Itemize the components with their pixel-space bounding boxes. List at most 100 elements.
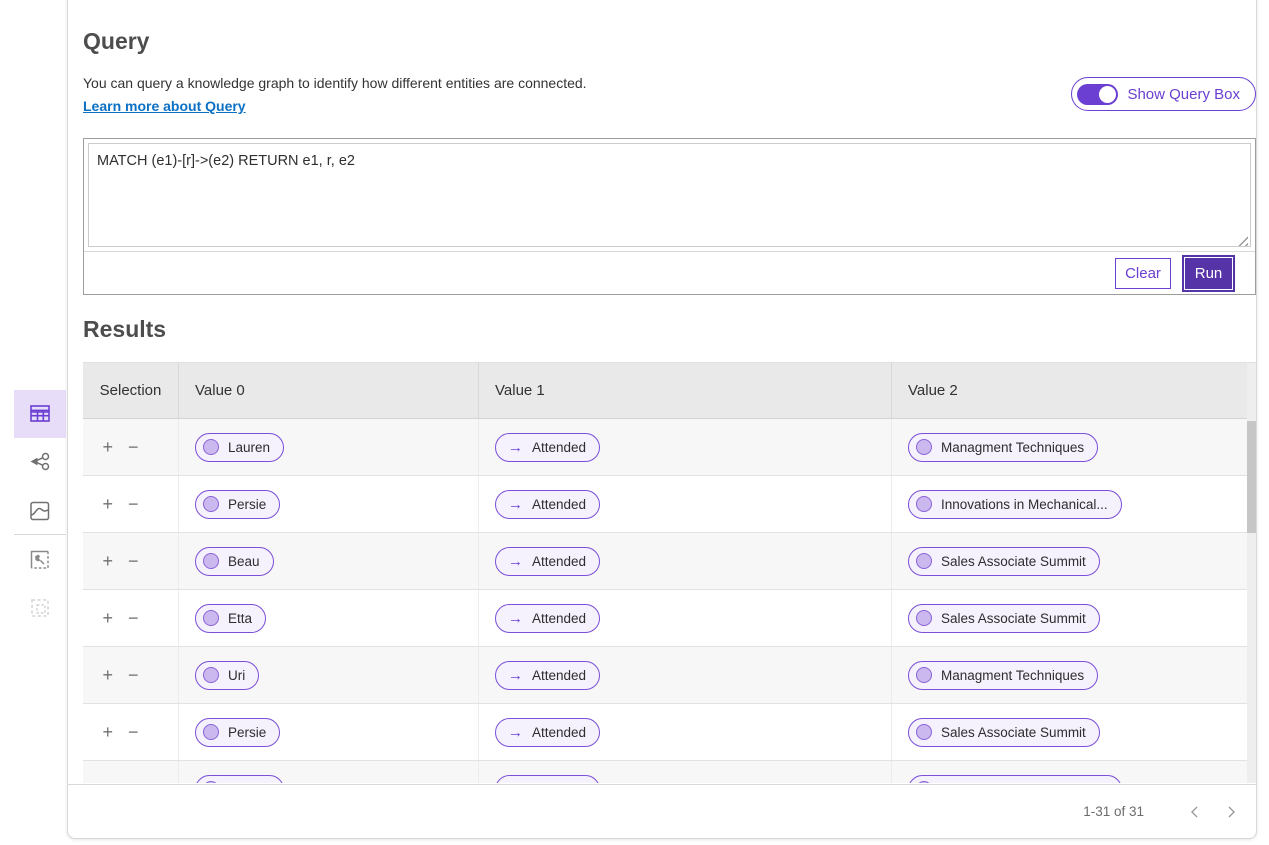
- pagination-bar: 1-31 of 31: [68, 784, 1256, 838]
- chevron-right-icon: [1223, 804, 1239, 820]
- column-header-value2: Value 2: [892, 363, 1256, 418]
- column-header-value0: Value 0: [179, 363, 479, 418]
- arrow-right-icon: →: [508, 440, 523, 455]
- learn-more-link[interactable]: Learn more about Query: [83, 98, 246, 114]
- entity-pill[interactable]: Beau: [195, 547, 274, 576]
- table-row: + − Persie →Attended Sales Associate Sum…: [83, 704, 1256, 761]
- entity-node-icon: [916, 724, 932, 740]
- add-to-selection-button[interactable]: +: [102, 438, 113, 456]
- arrow-right-icon: →: [508, 554, 523, 569]
- query-panel: Query You can query a knowledge graph to…: [67, 0, 1257, 839]
- table-row: + − Persie →Attended Innovations in Mech…: [83, 476, 1256, 533]
- remove-from-selection-button[interactable]: −: [128, 780, 139, 783]
- entity-pill[interactable]: Persie: [195, 490, 280, 519]
- entity-pill[interactable]: Innovations in Mechanical...: [908, 490, 1122, 519]
- add-to-selection-button[interactable]: +: [102, 780, 113, 783]
- sidebar-item-add-to-map[interactable]: [14, 546, 66, 574]
- entity-pill[interactable]: Sales Associate Summit: [908, 547, 1100, 576]
- rail-divider: [14, 534, 66, 535]
- query-editor-toolbar: Clear Run: [84, 251, 1255, 295]
- arrow-right-icon: →: [508, 782, 523, 784]
- relationship-pill[interactable]: →Attended: [495, 547, 600, 576]
- page-description: You can query a knowledge graph to ident…: [83, 75, 587, 91]
- link-chart-icon: [27, 449, 53, 475]
- table-row: + − Lauren →Attended Innovations in Mech…: [83, 761, 1256, 783]
- entity-node-icon: [916, 553, 932, 569]
- relationship-pill[interactable]: →Attended: [495, 490, 600, 519]
- column-header-value1: Value 1: [479, 363, 892, 418]
- entity-pill[interactable]: Sales Associate Summit: [908, 604, 1100, 633]
- add-to-selection-button[interactable]: +: [102, 495, 113, 513]
- entity-node-icon: [916, 667, 932, 683]
- table-scrollbar[interactable]: [1247, 363, 1256, 783]
- add-to-map-icon: [27, 547, 53, 573]
- entity-node-icon: [203, 781, 219, 783]
- table-row: + − Beau →Attended Sales Associate Summi…: [83, 533, 1256, 590]
- relationship-pill[interactable]: →Attended: [495, 775, 600, 784]
- prev-page-button[interactable]: [1182, 799, 1208, 825]
- toggle-switch-icon[interactable]: [1077, 84, 1118, 105]
- remove-from-selection-button[interactable]: −: [128, 552, 139, 570]
- entity-pill[interactable]: Lauren: [195, 433, 284, 462]
- query-input[interactable]: MATCH (e1)-[r]->(e2) RETURN e1, r, e2: [88, 143, 1251, 247]
- entity-node-icon: [203, 496, 219, 512]
- sidebar-item-map-view[interactable]: [14, 497, 66, 525]
- entity-node-icon: [203, 610, 219, 626]
- table-header-row: Selection Value 0 Value 1 Value 2: [83, 363, 1256, 419]
- entity-pill[interactable]: Persie: [195, 718, 280, 747]
- scrollbar-thumb[interactable]: [1247, 421, 1256, 533]
- show-query-box-toggle[interactable]: Show Query Box: [1071, 77, 1256, 111]
- arrow-right-icon: →: [508, 725, 523, 740]
- next-page-button[interactable]: [1218, 799, 1244, 825]
- remove-from-selection-button[interactable]: −: [128, 666, 139, 684]
- entity-node-icon: [203, 439, 219, 455]
- sidebar-item-table-view[interactable]: [14, 390, 66, 438]
- add-to-selection-button[interactable]: +: [102, 666, 113, 684]
- entity-pill[interactable]: Sales Associate Summit: [908, 718, 1100, 747]
- remove-from-selection-button[interactable]: −: [128, 723, 139, 741]
- entity-pill[interactable]: Uri: [195, 661, 259, 690]
- results-title: Results: [83, 316, 166, 343]
- remove-from-selection-button[interactable]: −: [128, 609, 139, 627]
- table-icon: [27, 401, 53, 427]
- toggle-label: Show Query Box: [1127, 86, 1240, 103]
- table-row: + − Lauren →Attended Managment Technique…: [83, 419, 1256, 476]
- entity-pill[interactable]: Innovations in Mechanical...: [908, 775, 1122, 784]
- add-to-selection-button[interactable]: +: [102, 552, 113, 570]
- entity-node-icon: [916, 610, 932, 626]
- arrow-right-icon: →: [508, 668, 523, 683]
- remove-from-selection-button[interactable]: −: [128, 438, 139, 456]
- relationship-pill[interactable]: →Attended: [495, 661, 600, 690]
- relationship-pill[interactable]: →Attended: [495, 433, 600, 462]
- entity-pill[interactable]: Managment Techniques: [908, 433, 1098, 462]
- run-button[interactable]: Run: [1185, 258, 1232, 289]
- relationship-pill[interactable]: →Attended: [495, 604, 600, 633]
- view-mode-rail: [14, 390, 66, 622]
- column-header-selection: Selection: [83, 363, 179, 418]
- clear-button[interactable]: Clear: [1115, 258, 1171, 289]
- add-to-selection-button[interactable]: +: [102, 609, 113, 627]
- entity-node-icon: [916, 439, 932, 455]
- add-to-selection-button[interactable]: +: [102, 723, 113, 741]
- map-icon: [27, 498, 53, 524]
- sidebar-item-selection-tool: [14, 594, 66, 622]
- toggle-knob: [1099, 86, 1116, 103]
- table-row: + − Etta →Attended Sales Associate Summi…: [83, 590, 1256, 647]
- sidebar-item-link-chart-view[interactable]: [14, 448, 66, 476]
- entity-pill[interactable]: Lauren: [195, 775, 284, 784]
- query-editor-box: MATCH (e1)-[r]->(e2) RETURN e1, r, e2 Cl…: [83, 138, 1256, 295]
- entity-node-icon: [916, 496, 932, 512]
- entity-node-icon: [203, 553, 219, 569]
- entity-pill[interactable]: Managment Techniques: [908, 661, 1098, 690]
- results-table: Selection Value 0 Value 1 Value 2 + − La…: [83, 362, 1256, 783]
- remove-from-selection-button[interactable]: −: [128, 495, 139, 513]
- arrow-right-icon: →: [508, 497, 523, 512]
- entity-node-icon: [916, 781, 932, 783]
- chevron-left-icon: [1187, 804, 1203, 820]
- relationship-pill[interactable]: →Attended: [495, 718, 600, 747]
- arrow-right-icon: →: [508, 611, 523, 626]
- entity-pill[interactable]: Etta: [195, 604, 266, 633]
- entity-node-icon: [203, 724, 219, 740]
- page-title: Query: [83, 28, 149, 55]
- entity-node-icon: [203, 667, 219, 683]
